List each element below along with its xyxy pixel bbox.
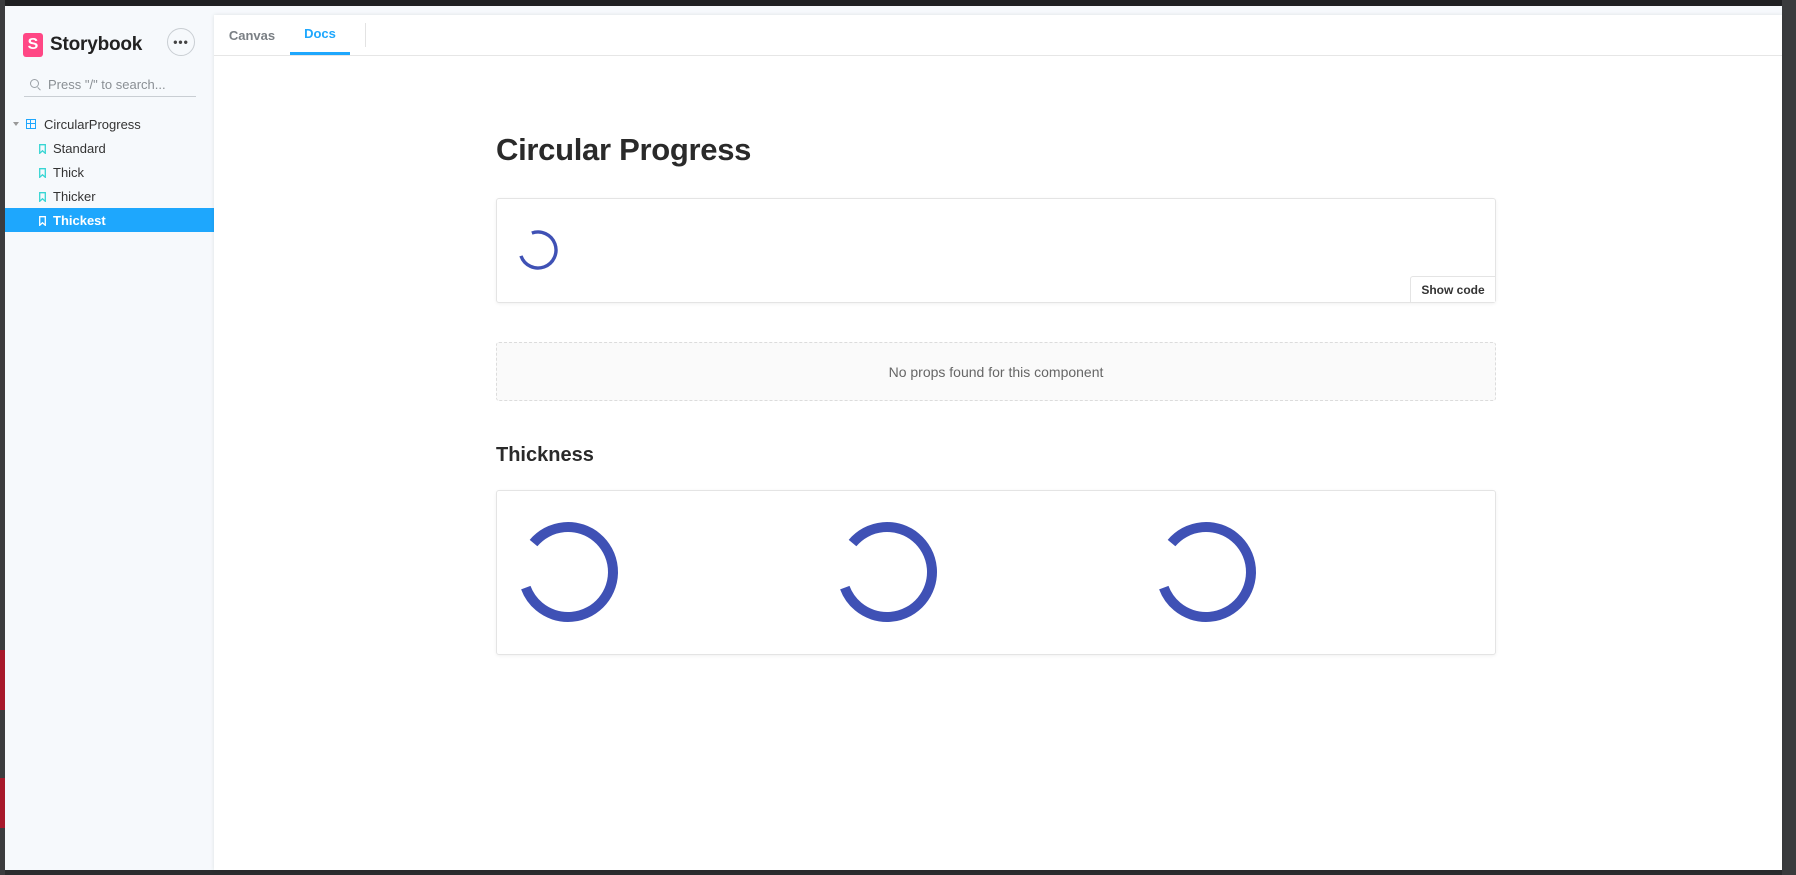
tab-bar: Canvas Docs [214,15,1782,56]
sidebar-item-label: Thickest [53,212,106,228]
story-preview: Show code [496,198,1496,303]
storybook-app: S Storybook ••• CircularProgress Standar… [5,6,1782,870]
thickness-preview [496,490,1496,655]
tab-docs[interactable]: Docs [290,15,350,55]
search-icon [30,79,40,89]
sidebar-item-label: Thicker [53,188,96,204]
search-input[interactable] [48,76,188,92]
sidebar-item-thick[interactable]: Thick [5,160,214,184]
sidebar-item-circularprogress[interactable]: CircularProgress [5,112,214,136]
circular-progress-spinner [1154,520,1258,629]
sidebar-item-label: CircularProgress [44,116,141,132]
sidebar-item-standard[interactable]: Standard [5,136,214,160]
brand-name: Storybook [50,34,143,55]
search-box[interactable] [24,72,196,97]
story-tree: CircularProgress Standard Thick Thicker [5,112,214,232]
component-icon [26,119,36,129]
chevron-down-icon[interactable] [13,122,19,126]
show-code-button[interactable]: Show code [1410,276,1495,302]
circular-progress-spinner [517,229,559,276]
bookmark-icon [39,143,46,154]
section-heading: Thickness [496,444,594,466]
bookmark-icon [39,215,46,226]
tab-canvas[interactable]: Canvas [214,15,290,55]
circular-progress-spinner [516,520,620,629]
props-table-empty: No props found for this component [496,342,1496,401]
sidebar: S Storybook ••• CircularProgress Standar… [5,6,214,870]
sidebar-item-label: Standard [53,140,106,156]
tab-divider [365,23,366,47]
brand[interactable]: S Storybook [23,30,142,60]
sidebar-item-label: Thick [53,164,85,180]
sidebar-item-thickest[interactable]: Thickest [5,208,214,232]
bookmark-icon [39,167,46,178]
circular-progress-spinner [835,520,939,629]
sidebar-item-thicker[interactable]: Thicker [5,184,214,208]
ellipsis-icon: ••• [173,35,189,49]
storybook-logo-icon: S [23,33,43,57]
bookmark-icon [39,191,46,202]
main-panel: Canvas Docs Circular Progress Show code … [214,15,1782,870]
sidebar-menu-button[interactable]: ••• [167,28,195,56]
window-right-strip [1782,0,1796,875]
page-title: Circular Progress [496,132,752,167]
